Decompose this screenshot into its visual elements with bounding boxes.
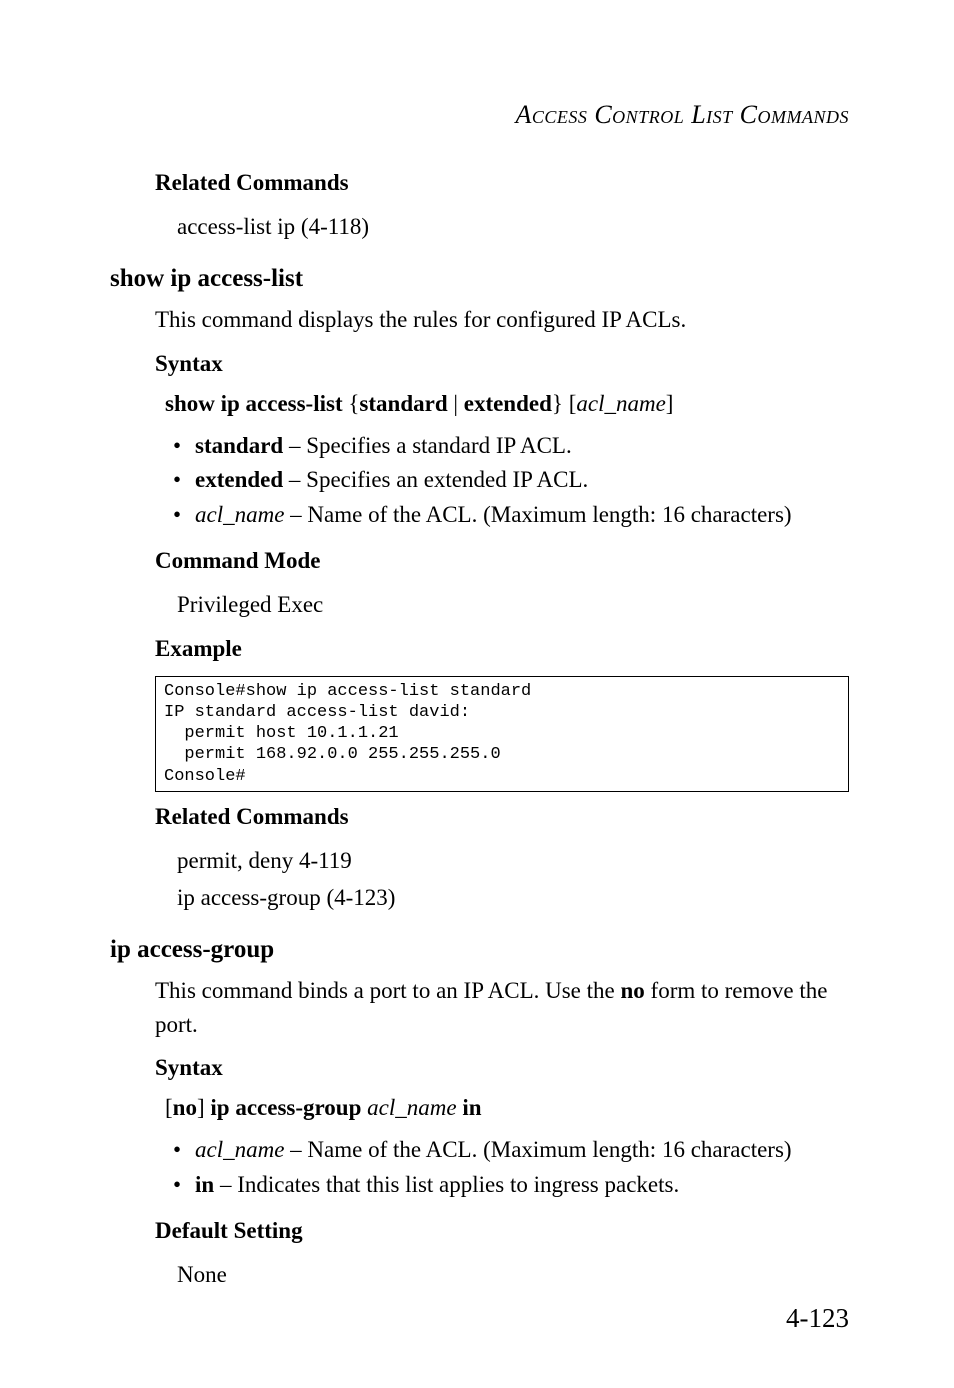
- bullet-keyword: standard: [195, 433, 283, 458]
- list-item: standard – Specifies a standard IP ACL.: [195, 429, 849, 464]
- related-commands-heading-1: Related Commands: [155, 170, 849, 196]
- syntax-bullets-1: standard – Specifies a standard IP ACL. …: [195, 429, 849, 533]
- syntax-bullets-2: acl_name – Name of the ACL. (Maximum len…: [195, 1133, 849, 1202]
- syntax-in: in: [462, 1095, 481, 1120]
- command-description-1: This command displays the rules for conf…: [155, 303, 849, 336]
- bullet-text: – Name of the ACL. (Maximum length: 16 c…: [284, 502, 791, 527]
- bullet-keyword: acl_name: [195, 1137, 284, 1162]
- syntax-cmd-name-2: ip access-group: [210, 1095, 361, 1120]
- syntax-heading-1: Syntax: [155, 351, 849, 377]
- related-commands-line-2: ip access-group (4-123): [177, 881, 849, 914]
- running-header: Access Control List Commands: [155, 100, 849, 130]
- command-mode-text: Privileged Exec: [177, 588, 849, 621]
- syntax-no: no: [173, 1095, 197, 1120]
- syntax-close-bracket: ]: [666, 391, 674, 416]
- syntax-cmd-name: show ip access-list: [165, 391, 343, 416]
- related-commands-line-1: permit, deny 4-119: [177, 844, 849, 877]
- example-code-block: Console#show ip access-list standard IP …: [155, 676, 849, 792]
- syntax-line-2: [no] ip access-group acl_name in: [165, 1095, 849, 1121]
- default-setting-heading: Default Setting: [155, 1218, 849, 1244]
- command-mode-heading: Command Mode: [155, 548, 849, 574]
- syntax-bracket-open: [: [165, 1095, 173, 1120]
- syntax-heading-2: Syntax: [155, 1055, 849, 1081]
- bullet-keyword: extended: [195, 467, 283, 492]
- related-commands-text-1: access-list ip (4-118): [177, 210, 849, 243]
- syntax-line-1: show ip access-list {standard | extended…: [165, 391, 849, 417]
- syntax-standard: standard: [359, 391, 447, 416]
- syntax-aclname-2: acl_name: [367, 1095, 456, 1120]
- default-setting-text: None: [177, 1258, 849, 1291]
- list-item: in – Indicates that this list applies to…: [195, 1168, 849, 1203]
- command-heading-ip-access-group: ip access-group: [110, 936, 849, 964]
- syntax-aclname: acl_name: [576, 391, 665, 416]
- related-commands-heading-2: Related Commands: [155, 804, 849, 830]
- page-number: 4-123: [786, 1303, 849, 1334]
- command-description-2: This command binds a port to an IP ACL. …: [155, 974, 849, 1041]
- page-container: Access Control List Commands Related Com…: [0, 0, 954, 1388]
- example-heading: Example: [155, 636, 849, 662]
- desc-part1: This command binds a port to an IP ACL. …: [155, 978, 620, 1003]
- command-heading-show-ip-access-list: show ip access-list: [110, 265, 849, 293]
- syntax-pipe: |: [448, 391, 464, 416]
- list-item: extended – Specifies an extended IP ACL.: [195, 463, 849, 498]
- bullet-text: – Specifies an extended IP ACL.: [283, 467, 588, 492]
- bullet-keyword: acl_name: [195, 502, 284, 527]
- list-item: acl_name – Name of the ACL. (Maximum len…: [195, 1133, 849, 1168]
- syntax-bracket-close: ]: [197, 1095, 210, 1120]
- desc-no-keyword: no: [620, 978, 644, 1003]
- bullet-text: – Specifies a standard IP ACL.: [283, 433, 572, 458]
- bullet-text: – Name of the ACL. (Maximum length: 16 c…: [284, 1137, 791, 1162]
- syntax-brace-open: {: [343, 391, 360, 416]
- list-item: acl_name – Name of the ACL. (Maximum len…: [195, 498, 849, 533]
- syntax-extended: extended: [464, 391, 552, 416]
- bullet-keyword: in: [195, 1172, 214, 1197]
- bullet-text: – Indicates that this list applies to in…: [214, 1172, 679, 1197]
- syntax-brace-close: } [: [552, 391, 576, 416]
